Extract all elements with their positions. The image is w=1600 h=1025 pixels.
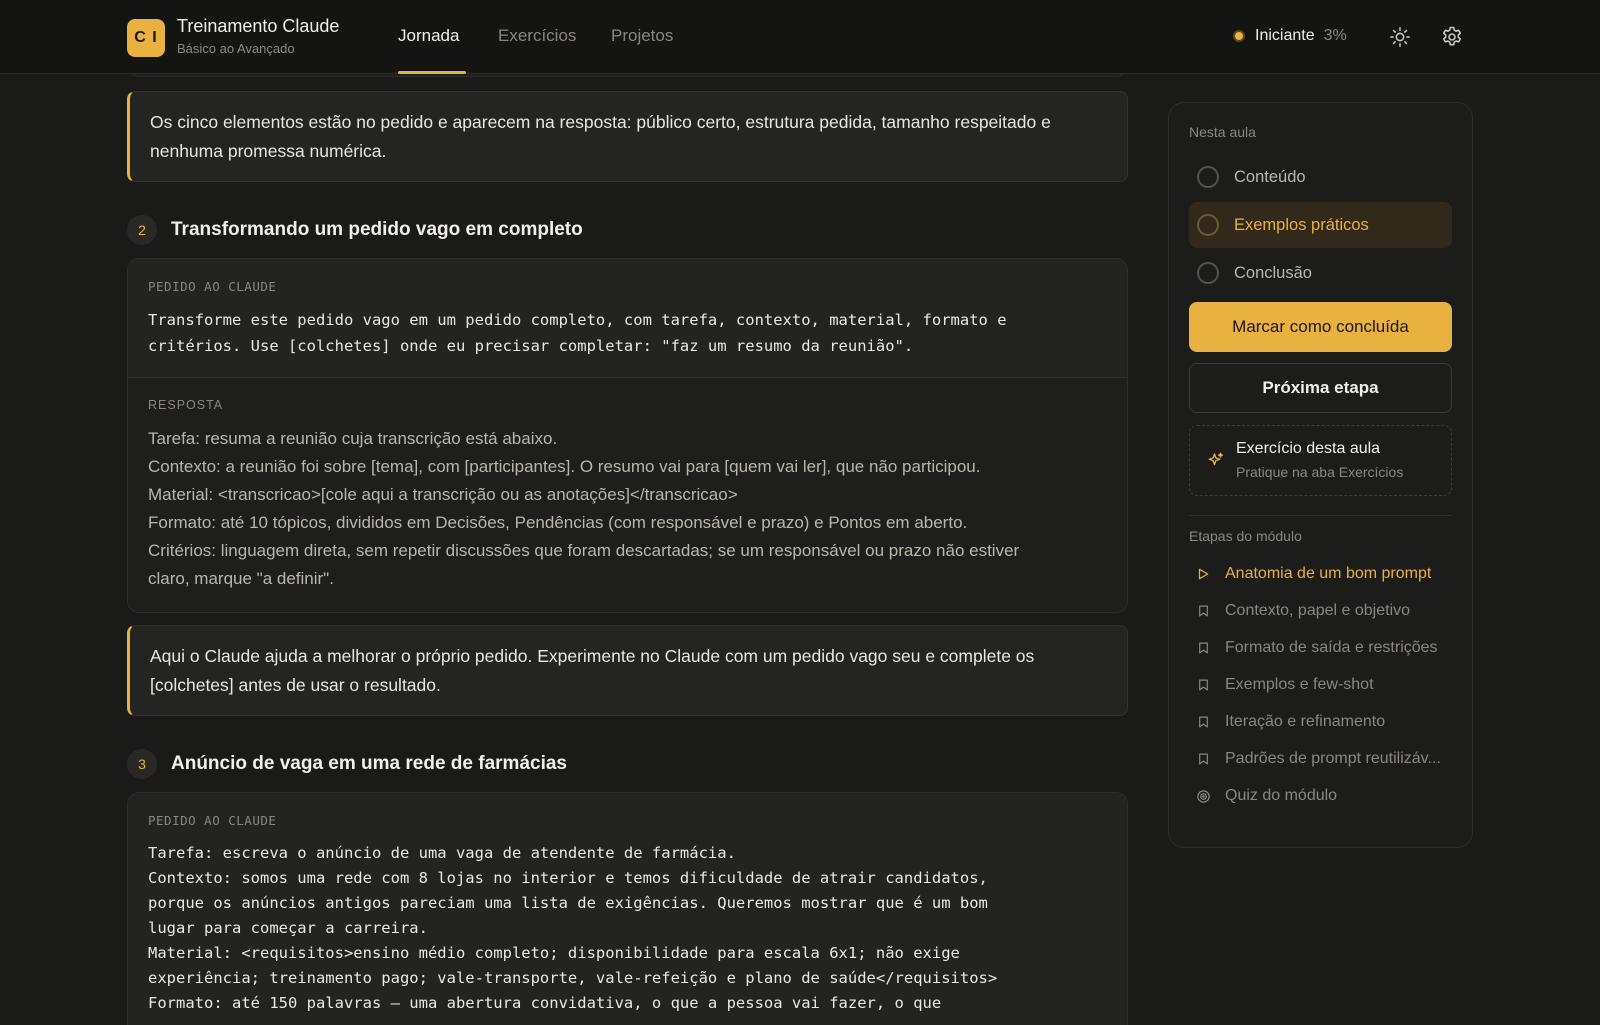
section-title: Transformando um pedido vago em completo (171, 219, 583, 240)
sidebar-item-label: Conclusão (1234, 263, 1312, 282)
prompt-label: PEDIDO AO CLAUDE (148, 279, 277, 294)
settings-button[interactable] (1437, 22, 1467, 52)
sidebar-item-exemplos[interactable]: Exemplos práticos (1189, 202, 1452, 248)
step-label: Exemplos e few-shot (1225, 676, 1374, 693)
sidebar-heading: Nesta aula (1189, 124, 1256, 140)
response-label: RESPOSTA (148, 398, 224, 412)
gear-icon (1442, 26, 1462, 46)
example-card: PEDIDO AO CLAUDE Tarefa: escreva o anúnc… (127, 792, 1128, 1025)
section-heading: 3 Anúncio de vaga em uma rede de farmáci… (127, 749, 567, 779)
step-label: Padrões de prompt reutilizáv... (1225, 750, 1441, 767)
response-block: RESPOSTA Tarefa: resuma a reunião cuja t… (128, 378, 1127, 611)
divider (1189, 515, 1452, 516)
sidebar-item-conclusao[interactable]: Conclusão (1189, 250, 1452, 296)
step-iteracao[interactable]: Iteração e refinamento (1195, 713, 1385, 731)
section-number: 2 (127, 215, 157, 245)
response-line: Formato: até 10 tópicos, divididos em De… (148, 513, 968, 532)
callout-note: Os cinco elementos estão no pedido e apa… (127, 91, 1128, 182)
section-heading: 2 Transformando um pedido vago em comple… (127, 215, 583, 245)
circle-icon (1197, 166, 1219, 188)
prompt-label: PEDIDO AO CLAUDE (148, 813, 277, 828)
circle-icon (1197, 262, 1219, 284)
prompt-line: Material: <requisitos>ensino médio compl… (148, 944, 960, 962)
bookmark-icon (1198, 605, 1208, 617)
response-line: Material: <transcricao>[cole aqui a tran… (148, 485, 738, 504)
bookmark-icon (1198, 753, 1208, 765)
tab-projetos[interactable]: Projetos (611, 26, 673, 46)
prompt-line: Formato: até 150 palavras — uma abertura… (148, 994, 942, 1012)
response-line: Contexto: a reunião foi sobre [tema], co… (148, 457, 981, 476)
sidebar-item-conteudo[interactable]: Conteúdo (1189, 154, 1452, 200)
logo-text: C I (134, 29, 158, 46)
step-anatomia[interactable]: Anatomia de um bom prompt (1195, 565, 1431, 583)
app-subtitle: Básico ao Avançado (177, 41, 295, 56)
level-name: Iniciante (1255, 27, 1315, 44)
response-line: Tarefa: resuma a reunião cuja transcriçã… (148, 429, 558, 448)
prompt-block: PEDIDO AO CLAUDE Tarefa: escreva o anúnc… (128, 793, 1127, 1025)
sparkle-icon (1208, 452, 1224, 466)
sun-icon (1390, 27, 1410, 47)
response-line: Critérios: linguagem direta, sem repetir… (148, 541, 1020, 560)
prompt-line: experiência; treinamento pago; vale-tran… (148, 969, 998, 987)
level-indicator: Iniciante 3% (1233, 27, 1347, 45)
level-percent: 3% (1323, 27, 1347, 44)
bookmark-icon (1198, 642, 1208, 654)
play-icon (1198, 568, 1209, 580)
mark-complete-button[interactable]: Marcar como concluída (1189, 302, 1452, 352)
prompt-line: porque os anúncios antigos pareciam uma … (148, 894, 988, 912)
circle-icon (1197, 214, 1219, 236)
lesson-sidebar: Nesta aula Conteúdo Exemplos práticos Co… (1168, 102, 1473, 848)
step-contexto[interactable]: Contexto, papel e objetivo (1195, 602, 1410, 620)
active-tab-indicator (398, 71, 466, 74)
step-label: Formato de saída e restrições (1225, 639, 1438, 656)
steps-heading: Etapas do módulo (1189, 528, 1302, 544)
exercise-subtitle: Pratique na aba Exercícios (1236, 464, 1404, 480)
prompt-line: Contexto: somos uma rede com 8 lojas no … (148, 869, 988, 887)
response-line: claro, marque "a definir". (148, 569, 334, 588)
section-title: Anúncio de vaga em uma rede de farmácias (171, 753, 567, 774)
sidebar-item-label: Exemplos práticos (1234, 215, 1369, 234)
exercise-card[interactable]: Exercício desta aula Pratique na aba Exe… (1189, 425, 1452, 496)
step-label: Anatomia de um bom prompt (1225, 565, 1432, 582)
step-exemplos[interactable]: Exemplos e few-shot (1195, 676, 1374, 694)
top-bar: C I Treinamento Claude Básico ao Avançad… (0, 0, 1600, 74)
next-step-button[interactable]: Próxima etapa (1189, 363, 1452, 413)
callout-text: Aqui o Claude ajuda a melhorar o próprio… (150, 646, 1035, 695)
prompt-block: PEDIDO AO CLAUDE Transforme este pedido … (128, 259, 1127, 378)
prompt-line: critérios. Use [colchetes] onde eu preci… (148, 337, 914, 355)
bookmark-icon (1198, 679, 1208, 691)
callout-note: Aqui o Claude ajuda a melhorar o próprio… (127, 625, 1128, 716)
app-logo[interactable]: C I (127, 19, 165, 57)
step-padroes[interactable]: Padrões de prompt reutilizáv... (1195, 750, 1441, 768)
example-card: PEDIDO AO CLAUDE Transforme este pedido … (127, 258, 1128, 613)
bookmark-icon (1198, 716, 1208, 728)
callout-text: Os cinco elementos estão no pedido e apa… (150, 112, 1051, 161)
step-label: Contexto, papel e objetivo (1225, 602, 1411, 619)
step-quiz[interactable]: Quiz do módulo (1195, 787, 1337, 805)
target-icon (1196, 789, 1210, 803)
level-dot-icon (1233, 30, 1245, 42)
prompt-line: Transforme este pedido vago em um pedido… (148, 311, 1007, 329)
app-title: Treinamento Claude (177, 16, 340, 36)
prompt-line: Tarefa: escreva o anúncio de uma vaga de… (148, 844, 736, 862)
exercise-title: Exercício desta aula (1236, 440, 1381, 457)
step-label: Iteração e refinamento (1225, 713, 1386, 730)
theme-toggle-button[interactable] (1385, 22, 1415, 52)
tab-jornada[interactable]: Jornada (398, 26, 459, 46)
step-formato[interactable]: Formato de saída e restrições (1195, 639, 1438, 657)
sidebar-item-label: Conteúdo (1234, 167, 1306, 186)
prompt-line: lugar para começar a carreira. (148, 919, 428, 937)
tab-exercicios[interactable]: Exercícios (498, 26, 576, 46)
section-number: 3 (127, 749, 157, 779)
step-label: Quiz do módulo (1225, 787, 1338, 804)
